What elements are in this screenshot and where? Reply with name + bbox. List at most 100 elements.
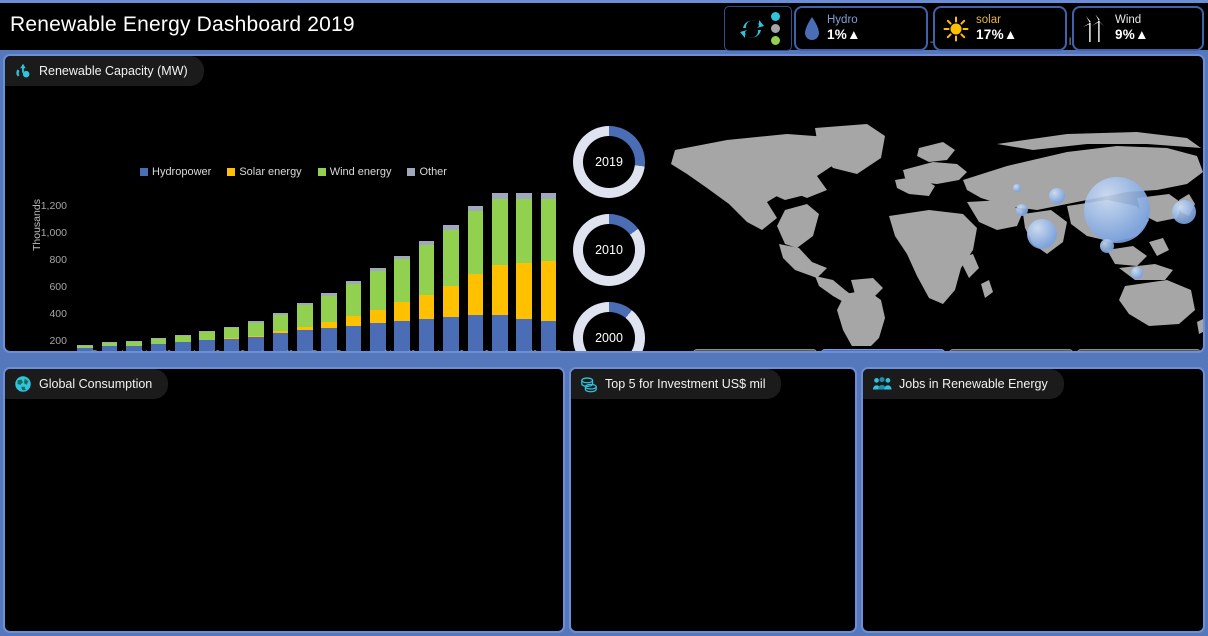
bar-segment	[516, 198, 533, 263]
status-dot-2	[770, 24, 780, 33]
donut-hole: 2010	[583, 224, 635, 276]
table-row	[321, 193, 337, 351]
refresh-button[interactable]	[724, 6, 792, 51]
capacity-x-tick: 2008	[285, 350, 296, 351]
capacity-y-tick: 200	[49, 334, 67, 347]
capacity-x-tick: 2000	[90, 350, 101, 351]
region-button-eurasia[interactable]: Eurasia	[949, 349, 1073, 351]
jobs-panel: Jobs in Renewable Energy = 200K OtherWin…	[861, 367, 1205, 633]
map-bubble-china[interactable]	[1084, 177, 1150, 243]
table-row	[150, 193, 167, 351]
refresh-recycle-icon	[739, 19, 764, 38]
donut-label-2019: 2019	[595, 155, 623, 169]
table-row	[492, 193, 508, 351]
table-row	[345, 193, 362, 351]
table-row	[296, 193, 313, 351]
map-bubble-indonesia[interactable]	[1131, 267, 1143, 279]
status-dot-3	[770, 36, 780, 45]
capacity-x-tick: 2013	[407, 350, 418, 351]
people-icon	[872, 377, 892, 390]
recycle-icon	[16, 63, 30, 78]
bar-segment	[516, 318, 533, 351]
bar-segment	[345, 283, 362, 316]
capacity-x-tick: 2011	[359, 350, 370, 351]
bar-segment	[492, 264, 508, 316]
bar-segment	[370, 323, 386, 351]
legend-label-hydropower: Hydropower	[152, 166, 212, 178]
region-filter-buttons[interactable]: AfricaAsiaEurasiaEuropeMiddle EastNorth …	[693, 349, 1201, 351]
legend-swatch-solar-energy	[227, 168, 236, 176]
globe-icon	[15, 376, 31, 392]
capacity-panel-header: Renewable Capacity (MW)	[5, 56, 204, 86]
jobs-panel-title: Jobs in Renewable Energy	[899, 377, 1048, 391]
world-map[interactable]	[667, 118, 1203, 346]
dashboard-root: Renewable Energy Dashboard 2019 Hydro 1%…	[0, 0, 1208, 636]
map-bubble-thailand[interactable]	[1100, 239, 1114, 253]
capacity-x-tick: 2014	[432, 350, 443, 351]
table-row	[174, 193, 191, 351]
capacity-y-tick: 800	[49, 253, 67, 266]
sun-icon	[943, 16, 969, 41]
capacity-bars	[73, 193, 561, 351]
bar-segment	[199, 331, 215, 340]
legend-label-other: Other	[419, 166, 447, 178]
bar-segment	[370, 271, 386, 310]
donut-gauge-2010[interactable]: 2010	[573, 214, 645, 286]
capacity-x-tick: 2009	[310, 350, 321, 351]
donut-hole: 2019	[583, 136, 635, 188]
bar-segment	[345, 315, 362, 326]
region-button-asia[interactable]: Asia	[821, 349, 945, 351]
donut-label-2010: 2010	[595, 243, 623, 257]
table-row	[272, 193, 289, 351]
region-button-africa[interactable]: Africa	[693, 349, 817, 351]
table-row	[223, 193, 240, 351]
capacity-y-tick: 600	[49, 280, 67, 293]
map-bubble-japan[interactable]	[1172, 200, 1196, 224]
table-row	[370, 193, 386, 351]
capacity-y-tick: 1,000	[40, 226, 67, 239]
capacity-x-tick: 2004	[188, 350, 199, 351]
kpi-value-wind: 9%▲	[1115, 27, 1149, 43]
bar-segment	[394, 259, 411, 303]
table-row	[248, 193, 264, 351]
bar-segment	[370, 309, 386, 324]
donut-label-2000: 2000	[595, 331, 623, 345]
table-row	[443, 193, 459, 351]
bar-segment	[516, 262, 533, 319]
map-bubble-russia-w[interactable]	[1016, 204, 1028, 216]
kpi-card-wind[interactable]: Wind 9%▲	[1072, 6, 1204, 51]
table-row	[199, 193, 215, 351]
capacity-x-tick: 2018	[529, 350, 540, 351]
bar-segment	[443, 316, 459, 351]
bar-segment	[540, 321, 557, 351]
bar-segment	[418, 244, 435, 295]
capacity-y-tick: 1,200	[40, 199, 67, 212]
bar-segment	[540, 198, 557, 261]
bar-segment	[467, 314, 484, 351]
capacity-x-tick: 2005	[212, 350, 223, 351]
capacity-x-tick: 2007	[261, 350, 272, 351]
bar-segment	[492, 198, 508, 265]
investment-panel-title: Top 5 for Investment US$ mil	[605, 377, 766, 391]
table-row	[77, 193, 93, 351]
bar-segment	[418, 318, 435, 351]
kpi-card-solar[interactable]: solar 17%▲	[933, 6, 1067, 51]
map-bubble-turkey[interactable]	[1013, 184, 1021, 192]
investment-panel-header: Top 5 for Investment US$ mil	[571, 369, 782, 399]
capacity-x-tick: 2006	[237, 350, 248, 351]
status-dots	[770, 12, 780, 45]
map-bubble-kazakhstan[interactable]	[1049, 188, 1065, 204]
bar-segment	[443, 229, 459, 287]
global-consumption-panel: Global Consumption Thousands 02468101214…	[3, 367, 565, 633]
donut-gauge-2000[interactable]: 2000	[573, 302, 645, 351]
legend-item-hydropower: Hydropower	[140, 166, 211, 178]
kpi-card-hydro[interactable]: Hydro 1%▲	[794, 6, 928, 51]
legend-label-wind-energy: Wind energy	[329, 166, 392, 178]
capacity-map-panel: Renewable Capacity (MW) Hydropower Solar…	[3, 54, 1205, 353]
bar-segment	[272, 314, 289, 331]
donut-gauge-2019[interactable]: 2019	[573, 126, 645, 198]
region-button-europe[interactable]: Europe	[1077, 349, 1201, 351]
map-bubble-india[interactable]	[1027, 219, 1057, 249]
kpi-value-hydro: 1%▲	[827, 27, 861, 43]
legend-swatch-wind-energy	[317, 168, 326, 176]
